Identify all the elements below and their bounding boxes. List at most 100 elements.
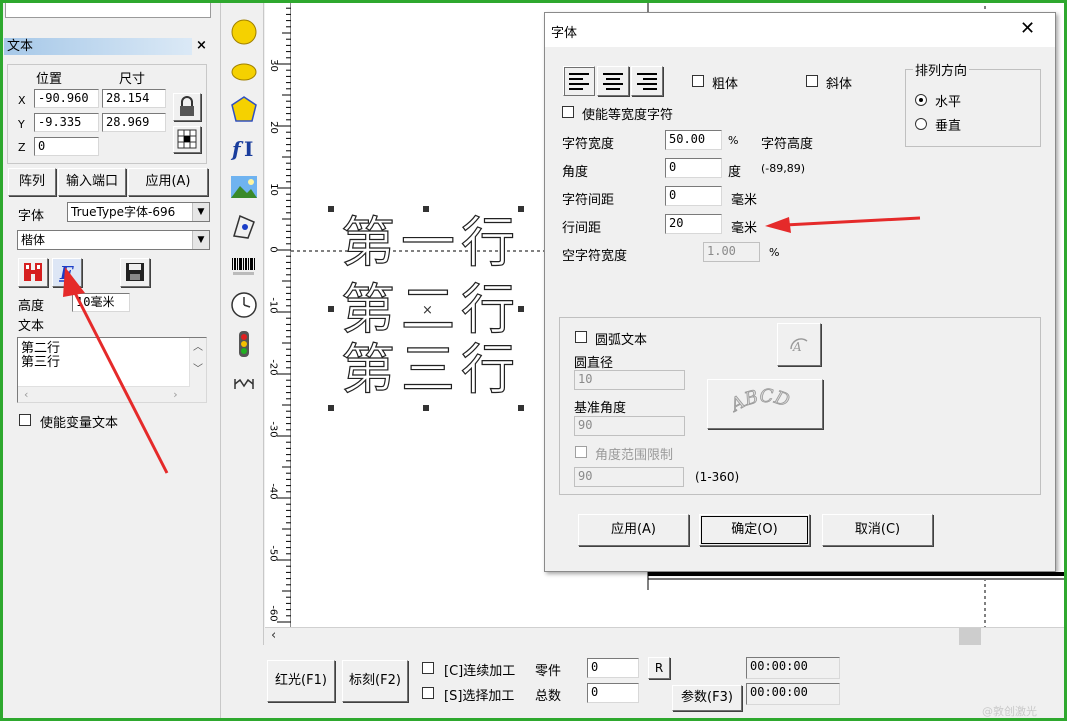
position-label: 位置 <box>36 72 63 87</box>
bold-checkbox[interactable] <box>692 75 704 87</box>
base-point-button[interactable] <box>173 126 201 153</box>
equal-width-label: 使能等宽度字符 <box>582 108 674 123</box>
chevron-down-icon[interactable]: ﹀ <box>193 362 203 377</box>
align-right-button[interactable] <box>631 66 663 96</box>
chevron-up-icon[interactable]: ︿ <box>193 340 203 355</box>
panel-close-button[interactable]: × <box>196 38 207 53</box>
svg-text:ABCD: ABCD <box>726 386 793 417</box>
chevron-left-icon[interactable]: ‹ <box>23 387 30 402</box>
text-tool-icon[interactable]: f I <box>230 133 258 161</box>
vertical-ruler: 30 20 10 0 -10 -20 -30 -40 -50 -60 <box>265 0 291 627</box>
params-button[interactable]: 参数(F3) <box>672 685 742 711</box>
text-label: 文本 <box>18 319 45 334</box>
char-width-unit: % <box>728 134 739 147</box>
vertical-scrollbar[interactable]: ︿ ﹀ <box>189 338 206 402</box>
arc-preview: ABCD <box>725 385 793 417</box>
circle-tool-icon[interactable] <box>230 18 258 46</box>
italic-checkbox[interactable] <box>806 75 818 87</box>
processing-control-bar: 红光(F1) 标刻(F2) [C]连续加工 [S]选择加工 零件 0 总数 0 … <box>222 645 1067 721</box>
x-label: X <box>18 94 26 107</box>
dialog-cancel-button[interactable]: 取消(C) <box>822 514 933 546</box>
angle-limit-checkbox <box>575 446 587 458</box>
continuous-process-checkbox[interactable] <box>422 662 434 674</box>
y-size-field[interactable]: 28.969 <box>102 113 166 132</box>
lock-ratio-button[interactable] <box>173 93 201 121</box>
ruler-label-neg30: -30 <box>267 421 279 438</box>
canvas-text-line-1[interactable]: 第一行 <box>340 212 521 273</box>
arc-text-checkbox[interactable] <box>575 331 587 343</box>
parts-field[interactable]: 0 <box>587 658 639 678</box>
reset-counter-button[interactable]: R <box>648 657 670 679</box>
base-angle-field: 90 <box>574 416 685 436</box>
char-spacing-label: 字符间距 <box>562 193 615 208</box>
lock-icon <box>180 96 194 116</box>
line-spacing-unit: 毫米 <box>731 221 758 236</box>
delay-tool-icon[interactable] <box>230 370 258 398</box>
ruler-label-0: 0 <box>267 246 279 253</box>
annotation-arrow-left <box>63 267 169 474</box>
align-center-button[interactable] <box>597 66 629 96</box>
line-spacing-label: 行间距 <box>562 221 602 236</box>
height-label: 高度 <box>18 299 45 314</box>
canvas-horizontal-scrollbar[interactable]: ‹ <box>265 627 1067 645</box>
x-position-field[interactable]: -90.960 <box>34 89 99 108</box>
image-tool-icon[interactable] <box>230 173 258 201</box>
total-field[interactable]: 0 <box>587 683 639 703</box>
font-library-button[interactable] <box>18 258 48 287</box>
base-angle-label: 基准角度 <box>574 401 627 416</box>
svg-text:I: I <box>244 137 253 161</box>
input-port-button[interactable]: 输入端口 <box>58 168 126 196</box>
angle-limit-range: (1-360) <box>695 470 740 484</box>
diameter-label: 圆直径 <box>574 356 614 371</box>
horizontal-radio[interactable] <box>915 94 927 106</box>
ruler-label-10: 10 <box>267 183 279 196</box>
panel-title: 文本 <box>4 38 192 55</box>
arc-direction-button: A <box>777 323 821 366</box>
space-width-unit: % <box>769 246 780 259</box>
select-process-checkbox[interactable] <box>422 687 434 699</box>
z-position-field[interactable]: 0 <box>34 137 99 156</box>
canvas-text-line-3[interactable]: 第三行 <box>340 339 521 400</box>
ruler-label-neg10: -10 <box>267 297 279 314</box>
io-signal-tool-icon[interactable] <box>230 330 258 358</box>
char-height-label: 字符高度 <box>761 137 814 152</box>
array-button[interactable]: 阵列 <box>8 168 56 196</box>
red-light-button[interactable]: 红光(F1) <box>267 660 335 702</box>
ellipse-tool-icon[interactable] <box>230 58 258 86</box>
canvas-text-line-2[interactable]: 第二行 <box>340 279 521 340</box>
barcode-tool-icon[interactable] <box>230 252 258 280</box>
top-input-box[interactable] <box>5 0 211 18</box>
equal-width-checkbox[interactable] <box>562 106 574 118</box>
char-spacing-field[interactable]: 0 <box>665 186 722 206</box>
arc-text-label: 圆弧文本 <box>595 333 648 348</box>
angle-field[interactable]: 0 <box>665 158 722 178</box>
vector-file-tool-icon[interactable] <box>230 212 258 240</box>
mark-button[interactable]: 标刻(F2) <box>342 660 408 702</box>
bold-label: 粗体 <box>712 77 739 92</box>
chevron-left-icon[interactable]: ‹ <box>271 628 276 643</box>
polygon-tool-icon[interactable] <box>230 95 258 123</box>
apply-button[interactable]: 应用(A) <box>128 168 208 196</box>
x-size-field[interactable]: 28.154 <box>102 89 166 108</box>
clock-tool-icon[interactable] <box>230 291 258 319</box>
z-label: Z <box>18 141 26 154</box>
svg-text:A: A <box>792 340 802 354</box>
chevron-down-icon: ▼ <box>192 231 209 249</box>
line-spacing-field[interactable]: 20 <box>665 214 722 234</box>
vertical-radio[interactable] <box>915 118 927 130</box>
arrange-direction-title: 排列方向 <box>913 60 970 79</box>
scrollbar-thumb[interactable] <box>959 628 981 645</box>
font-type-select[interactable]: TrueType字体-696 ▼ <box>67 202 210 222</box>
space-width-label: 空字符宽度 <box>562 249 628 264</box>
dialog-apply-button[interactable]: 应用(A) <box>578 514 689 546</box>
variable-text-checkbox[interactable] <box>19 414 31 426</box>
font-name-select[interactable]: 楷体 ▼ <box>17 230 210 250</box>
y-label: Y <box>18 118 25 131</box>
dialog-titlebar[interactable]: 字体 ✕ <box>545 13 1055 47</box>
align-left-button[interactable] <box>563 66 595 96</box>
y-position-field[interactable]: -9.335 <box>34 113 99 132</box>
font-label: 字体 <box>18 209 45 224</box>
char-width-field[interactable]: 50.00 <box>665 130 722 150</box>
dialog-close-button[interactable]: ✕ <box>1020 20 1035 38</box>
dialog-ok-button[interactable]: 确定(O) <box>699 514 810 546</box>
